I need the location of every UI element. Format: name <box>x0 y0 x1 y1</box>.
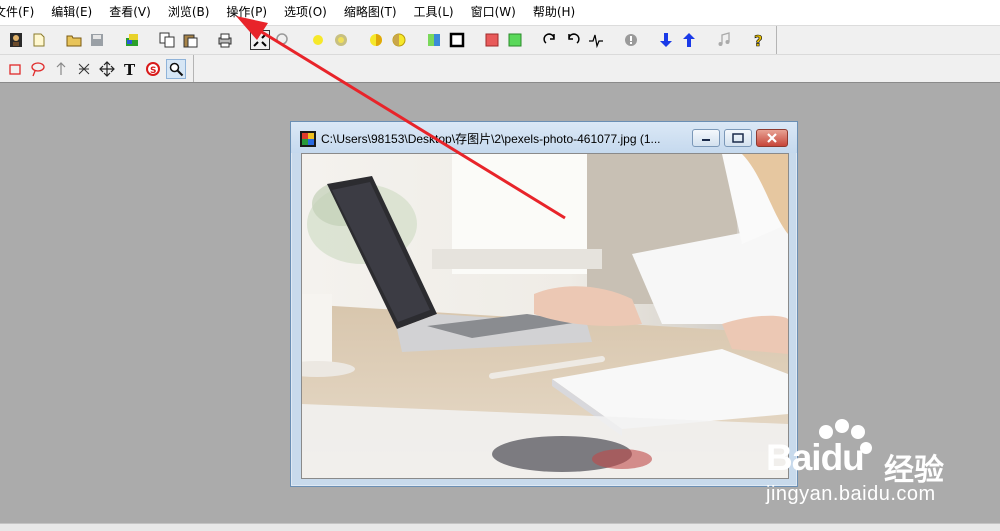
open-folder-icon[interactable] <box>64 30 84 50</box>
no-sign-icon[interactable]: S <box>143 59 163 79</box>
magnifier-icon[interactable] <box>165 58 186 79</box>
zoom-icon[interactable] <box>273 30 293 50</box>
menu-bar: 文件(F) 编辑(E) 查看(V) 浏览(B) 操作(P) 选项(O) 缩略图(… <box>0 0 1000 26</box>
menu-options[interactable]: 选项(O) <box>275 0 335 25</box>
music-icon[interactable] <box>714 30 734 50</box>
brightness-up-icon[interactable] <box>308 30 328 50</box>
arrow-tool-icon[interactable] <box>51 59 71 79</box>
new-icon[interactable] <box>29 30 49 50</box>
crop-icon[interactable] <box>74 59 94 79</box>
brightness-down-icon[interactable] <box>331 30 351 50</box>
rect-select-icon[interactable] <box>5 59 25 79</box>
effects-icon[interactable] <box>586 30 606 50</box>
move-icon[interactable] <box>97 59 117 79</box>
next-icon[interactable] <box>656 30 676 50</box>
red-fill-icon[interactable] <box>482 30 502 50</box>
info-icon[interactable] <box>621 30 641 50</box>
lasso-icon[interactable] <box>28 59 48 79</box>
rotate-right-icon[interactable] <box>540 30 560 50</box>
green-fill-icon[interactable] <box>505 30 525 50</box>
paste-icon[interactable] <box>180 30 200 50</box>
scan-icon[interactable] <box>122 30 142 50</box>
rotate-left-icon[interactable] <box>563 30 583 50</box>
save-icon[interactable] <box>87 30 107 50</box>
frame-icon[interactable] <box>447 30 467 50</box>
print-icon[interactable] <box>215 30 235 50</box>
menu-view[interactable]: 查看(V) <box>100 0 159 25</box>
menu-operation[interactable]: 操作(P) <box>217 0 275 25</box>
main-toolbar-group: ? <box>0 26 777 54</box>
desk-photo <box>302 154 788 478</box>
copy-icon[interactable] <box>157 30 177 50</box>
app-icon <box>300 131 316 147</box>
contrast-down-icon[interactable] <box>389 30 409 50</box>
previous-icon[interactable] <box>679 30 699 50</box>
text-tool-icon[interactable]: T <box>120 59 140 79</box>
svg-text:?: ? <box>754 32 763 48</box>
contrast-up-icon[interactable] <box>366 30 386 50</box>
image-window-titlebar[interactable]: C:\Users\98153\Desktop\存图片\2\pexels-phot… <box>291 122 797 153</box>
menu-file[interactable]: 文件(F) <box>0 0 42 25</box>
maximize-button[interactable] <box>724 129 752 147</box>
watermark-brand: Baidu <box>766 437 865 478</box>
close-button[interactable] <box>756 129 788 147</box>
svg-text:T: T <box>124 61 136 77</box>
menu-edit[interactable]: 编辑(E) <box>42 0 100 25</box>
menu-browse[interactable]: 浏览(B) <box>159 0 218 25</box>
menu-thumbnails[interactable]: 缩略图(T) <box>335 0 405 25</box>
color-icon[interactable] <box>424 30 444 50</box>
menu-window[interactable]: 窗口(W) <box>462 0 524 25</box>
minimize-button[interactable] <box>692 129 720 147</box>
help-icon[interactable]: ? <box>749 30 769 50</box>
open-thumbnails-icon[interactable] <box>6 30 26 50</box>
watermark-url: jingyan.baidu.com <box>766 483 936 505</box>
fit-screen-icon[interactable] <box>249 30 270 50</box>
svg-text:S: S <box>150 66 156 76</box>
menu-tools[interactable]: 工具(L) <box>405 0 462 25</box>
image-window-title: C:\Users\98153\Desktop\存图片\2\pexels-phot… <box>321 132 661 146</box>
menu-help[interactable]: 帮助(H) <box>524 0 583 25</box>
image-window[interactable]: C:\Users\98153\Desktop\存图片\2\pexels-phot… <box>290 121 798 487</box>
tools-toolbar-group: T S <box>0 55 194 82</box>
tools-toolbar: T S <box>0 55 1000 83</box>
photo-canvas[interactable] <box>301 153 789 479</box>
main-toolbar: ? <box>0 26 1000 55</box>
